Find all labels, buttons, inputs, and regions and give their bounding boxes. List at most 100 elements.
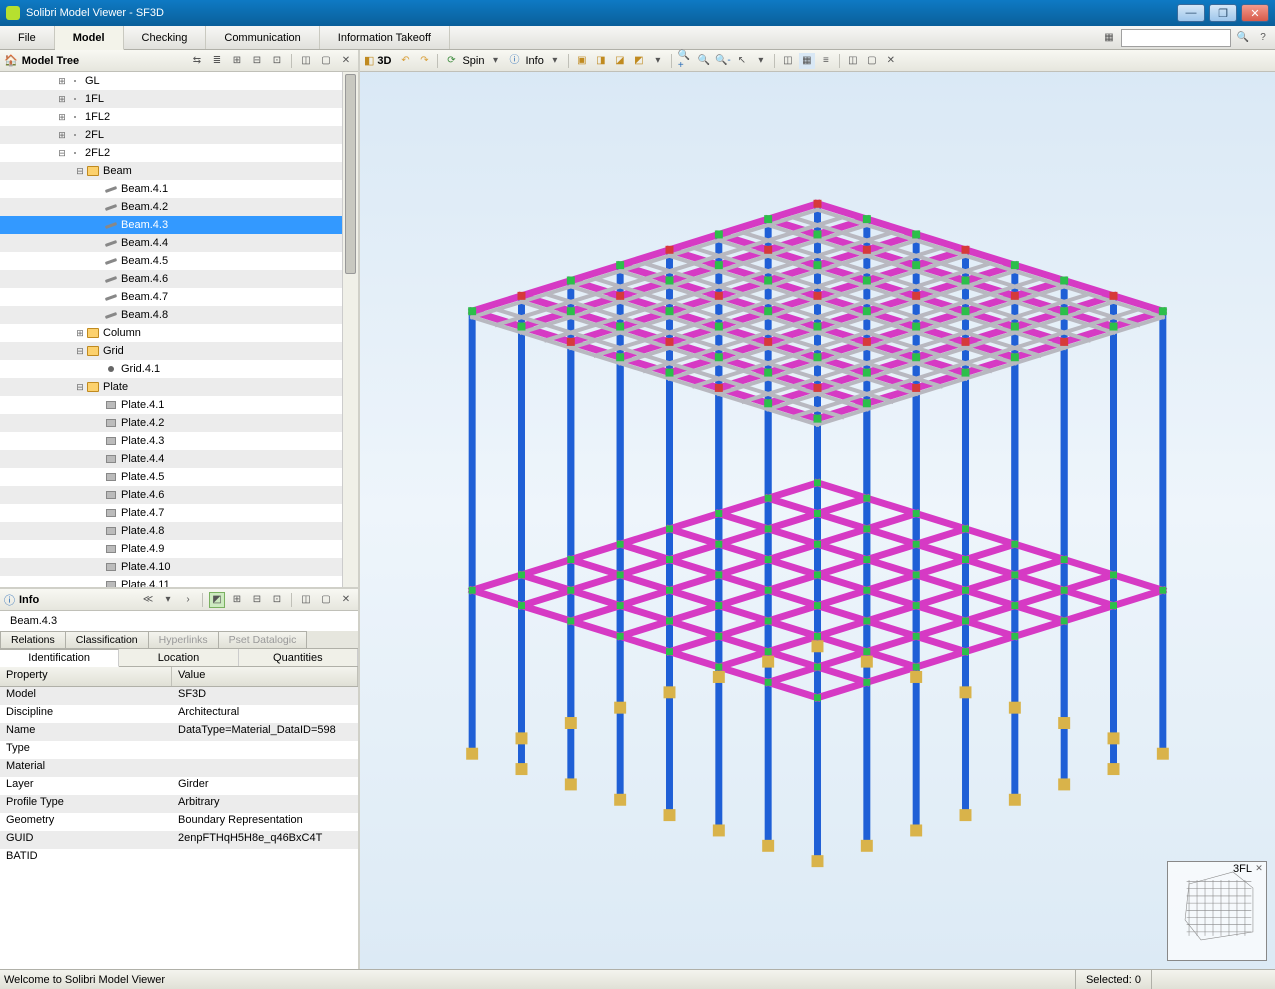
tree-row[interactable]: Plate.4.6 [0, 486, 358, 504]
search-input[interactable] [1121, 29, 1231, 47]
spin-dropdown-icon[interactable]: ▾ [488, 53, 504, 69]
tree-row[interactable]: Plate.4.3 [0, 432, 358, 450]
expand-icon[interactable]: ⊞ [56, 94, 68, 105]
info-subtab-location[interactable]: Location [119, 649, 238, 666]
panel-1-icon[interactable]: ◫ [780, 53, 796, 69]
vp-dock-icon[interactable]: ◫ [845, 53, 861, 69]
info-nav-first-icon[interactable]: ≪ [140, 592, 156, 608]
tree-row[interactable]: Plate.4.2 [0, 414, 358, 432]
property-row[interactable]: DisciplineArchitectural [0, 705, 358, 723]
box-1-icon[interactable]: ▣ [574, 53, 590, 69]
tree-row[interactable]: Beam.4.2 [0, 198, 358, 216]
tree-max-icon[interactable]: ▢ [318, 53, 334, 69]
expand-icon[interactable]: ⊟ [56, 148, 68, 159]
property-row[interactable]: Profile TypeArbitrary [0, 795, 358, 813]
tree-row[interactable]: Plate.4.10 [0, 558, 358, 576]
pick-dropdown-icon[interactable]: ▾ [753, 53, 769, 69]
tree-row[interactable]: Beam.4.6 [0, 270, 358, 288]
info-nav-prev-icon[interactable]: ▾ [160, 592, 176, 608]
info-subtab-identification[interactable]: Identification [0, 649, 119, 667]
tree-row[interactable]: ⊟2FL2 [0, 144, 358, 162]
model-tree[interactable]: ⊞GL⊞1FL⊞1FL2⊞2FL⊟2FL2⊟BeamBeam.4.1Beam.4… [0, 72, 358, 589]
box-3-icon[interactable]: ◪ [612, 53, 628, 69]
property-row[interactable]: Type [0, 741, 358, 759]
tree-tool-1-icon[interactable]: ⇆ [189, 53, 205, 69]
property-table[interactable]: Property Value ModelSF3DDisciplineArchit… [0, 667, 358, 969]
info-tab-pset-datalogic[interactable]: Pset Datalogic [218, 631, 308, 648]
info-highlight-icon[interactable]: ◩ [209, 592, 225, 608]
info-dock-icon[interactable]: ◫ [298, 592, 314, 608]
info-tool-2-icon[interactable]: ⊟ [249, 592, 265, 608]
info-subtab-quantities[interactable]: Quantities [239, 649, 358, 666]
info-max-icon[interactable]: ▢ [318, 592, 334, 608]
tree-row[interactable]: ⊟Beam [0, 162, 358, 180]
tree-row[interactable]: Grid.4.1 [0, 360, 358, 378]
expand-icon[interactable]: ⊞ [56, 130, 68, 141]
tree-row[interactable]: Plate.4.4 [0, 450, 358, 468]
info-tab-hyperlinks[interactable]: Hyperlinks [148, 631, 219, 648]
zoom-in-icon[interactable]: 🔍+ [677, 53, 693, 69]
tree-row[interactable]: Plate.4.9 [0, 540, 358, 558]
menu-communication[interactable]: Communication [206, 26, 319, 49]
redo-icon[interactable]: ↷ [416, 53, 432, 69]
spin-label[interactable]: Spin [462, 55, 484, 67]
box-2-icon[interactable]: ◨ [593, 53, 609, 69]
property-row[interactable]: ModelSF3D [0, 687, 358, 705]
undo-icon[interactable]: ↶ [397, 53, 413, 69]
tree-row[interactable]: ⊞2FL [0, 126, 358, 144]
tree-row[interactable]: ⊟Plate [0, 378, 358, 396]
help-icon[interactable]: ? [1255, 30, 1271, 46]
tree-row[interactable]: Plate.4.1 [0, 396, 358, 414]
info-tab-classification[interactable]: Classification [65, 631, 149, 648]
expand-icon[interactable]: ⊞ [74, 328, 86, 339]
tree-row[interactable]: Plate.4.8 [0, 522, 358, 540]
property-row[interactable]: GeometryBoundary Representation [0, 813, 358, 831]
tree-dock-icon[interactable]: ◫ [298, 53, 314, 69]
pick-icon[interactable]: ↖ [734, 53, 750, 69]
expand-icon[interactable]: ⊟ [74, 382, 86, 393]
vp-info-label[interactable]: Info [526, 55, 544, 67]
panel-3-icon[interactable]: ≡ [818, 53, 834, 69]
box-dropdown-icon[interactable]: ▾ [650, 53, 666, 69]
menu-file[interactable]: File [0, 26, 55, 49]
panel-2-icon[interactable]: ▦ [799, 53, 815, 69]
minimize-button[interactable]: — [1177, 4, 1205, 22]
tree-row[interactable]: ⊟Grid [0, 342, 358, 360]
tree-scrollbar[interactable] [342, 72, 358, 587]
property-row[interactable]: LayerGirder [0, 777, 358, 795]
close-button[interactable]: ✕ [1241, 4, 1269, 22]
property-row[interactable]: NameDataType=Material_DataID=598 [0, 723, 358, 741]
tree-row[interactable]: ⊞1FL [0, 90, 358, 108]
info-nav-next-icon[interactable]: › [180, 592, 196, 608]
expand-icon[interactable]: ⊞ [56, 112, 68, 123]
minimap-close-icon[interactable]: ✕ [1253, 863, 1265, 875]
maximize-button[interactable]: ❐ [1209, 4, 1237, 22]
info-tool-3-icon[interactable]: ⊡ [269, 592, 285, 608]
info-tab-relations[interactable]: Relations [0, 631, 66, 648]
tree-tool-3-icon[interactable]: ⊞ [229, 53, 245, 69]
tree-row[interactable]: Beam.4.3 [0, 216, 358, 234]
3d-canvas[interactable]: 3FL ✕ [360, 72, 1275, 969]
spin-icon[interactable]: ⟳ [443, 53, 459, 69]
tree-row[interactable]: Beam.4.5 [0, 252, 358, 270]
vp-info-icon[interactable]: ⓘ [507, 53, 523, 69]
tree-row[interactable]: Beam.4.1 [0, 180, 358, 198]
vp-info-dropdown-icon[interactable]: ▾ [547, 53, 563, 69]
property-row[interactable]: GUID2enpFTHqH5H8e_q46BxC4T [0, 831, 358, 849]
info-tool-1-icon[interactable]: ⊞ [229, 592, 245, 608]
property-row[interactable]: BATID [0, 849, 358, 867]
tree-row[interactable]: Plate.4.11 [0, 576, 358, 589]
info-close-icon[interactable]: ✕ [338, 592, 354, 608]
tree-row[interactable]: ⊞Column [0, 324, 358, 342]
property-row[interactable]: Material [0, 759, 358, 777]
menu-information-takeoff[interactable]: Information Takeoff [320, 26, 450, 49]
zoom-fit-icon[interactable]: 🔍 [696, 53, 712, 69]
menu-model[interactable]: Model [55, 26, 124, 50]
menu-checking[interactable]: Checking [124, 26, 207, 49]
zoom-out-icon[interactable]: 🔍- [715, 53, 731, 69]
expand-icon[interactable]: ⊞ [56, 76, 68, 87]
search-icon[interactable]: 🔍 [1235, 30, 1251, 46]
tree-row[interactable]: Beam.4.4 [0, 234, 358, 252]
tree-row[interactable]: Plate.4.7 [0, 504, 358, 522]
layout-icon[interactable]: ▦ [1101, 30, 1117, 46]
